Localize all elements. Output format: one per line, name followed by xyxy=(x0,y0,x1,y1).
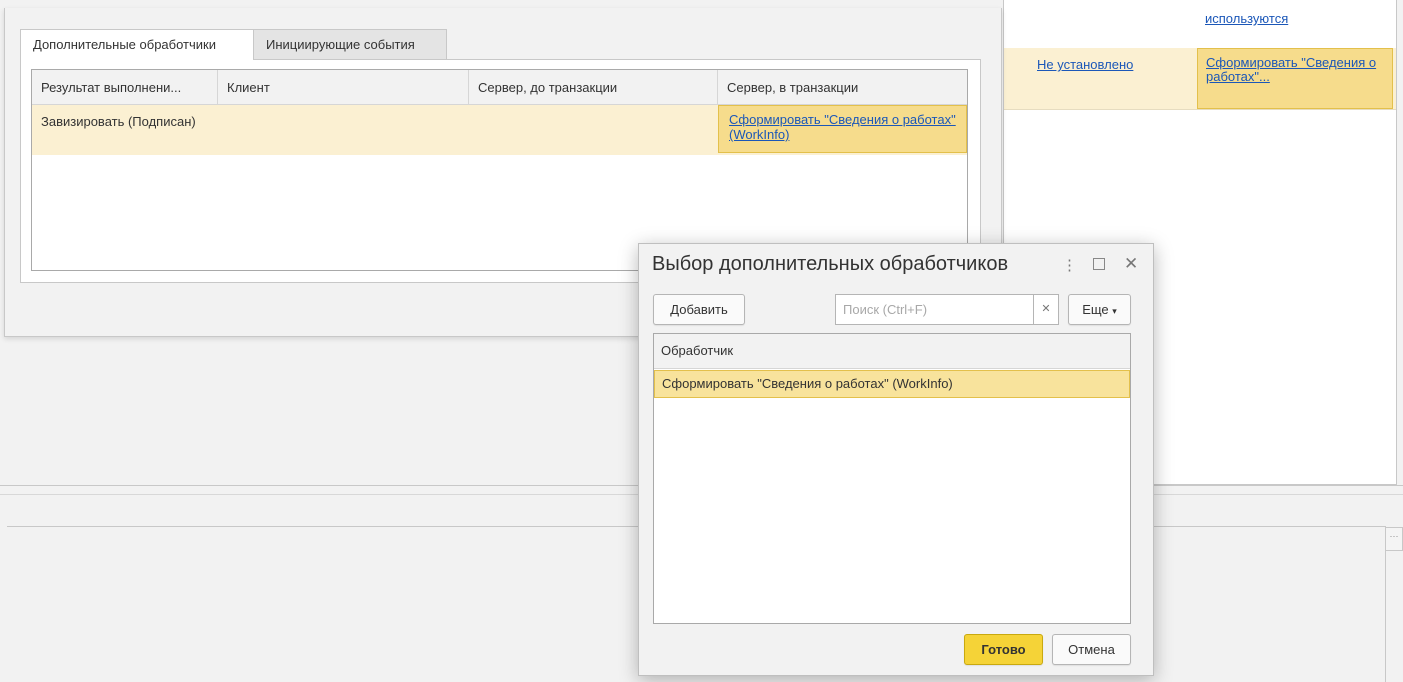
more-button[interactable]: Еще ▾ xyxy=(1068,294,1131,325)
right-list-selected-cell[interactable]: Сформировать "Сведения о работах"... xyxy=(1197,48,1393,109)
column-header-client[interactable]: Клиент xyxy=(218,70,469,105)
column-header-result[interactable]: Результат выполнени... xyxy=(32,70,218,105)
more-button-label: Еще xyxy=(1082,302,1109,317)
handler-link[interactable]: Сформировать "Сведения о работах" (WorkI… xyxy=(729,112,958,142)
done-button[interactable]: Готово xyxy=(964,634,1043,665)
cancel-button[interactable]: Отмена xyxy=(1052,634,1131,665)
tab-additional-handlers[interactable]: Дополнительные обработчики xyxy=(20,29,254,60)
list-item[interactable]: Сформировать "Сведения о работах" (WorkI… xyxy=(654,370,1130,398)
ellipsis-icon[interactable]: ··· xyxy=(1385,527,1403,551)
add-button[interactable]: Добавить xyxy=(653,294,745,325)
not-set-link[interactable]: Не установлено xyxy=(1037,57,1133,72)
chevron-down-icon: ▾ xyxy=(1112,306,1117,316)
search-input[interactable] xyxy=(835,294,1034,325)
cell-server-before[interactable] xyxy=(469,105,718,155)
cell-client[interactable] xyxy=(218,105,469,155)
clear-icon[interactable]: ✕ xyxy=(1033,294,1059,325)
cell-result: Завизировать (Подписан) xyxy=(41,114,196,129)
used-link[interactable]: используются xyxy=(1205,11,1288,26)
column-header-server-in[interactable]: Сервер, в транзакции xyxy=(718,70,967,105)
more-vertical-icon[interactable]: ⋮ xyxy=(1062,257,1077,275)
close-icon[interactable]: ✕ xyxy=(1124,255,1138,273)
tab-initiating-events[interactable]: Инициирующие события xyxy=(253,29,447,60)
cell-server-in[interactable]: Сформировать "Сведения о работах" (WorkI… xyxy=(718,105,967,153)
column-header-handler[interactable]: Обработчик xyxy=(654,334,1130,369)
dialog-title: Выбор дополнительных обработчиков xyxy=(652,253,1009,275)
maximize-icon[interactable] xyxy=(1093,258,1105,270)
right-list-cell-link[interactable]: Сформировать "Сведения о работах"... xyxy=(1206,56,1386,84)
column-header-server-before[interactable]: Сервер, до транзакции xyxy=(469,70,718,105)
